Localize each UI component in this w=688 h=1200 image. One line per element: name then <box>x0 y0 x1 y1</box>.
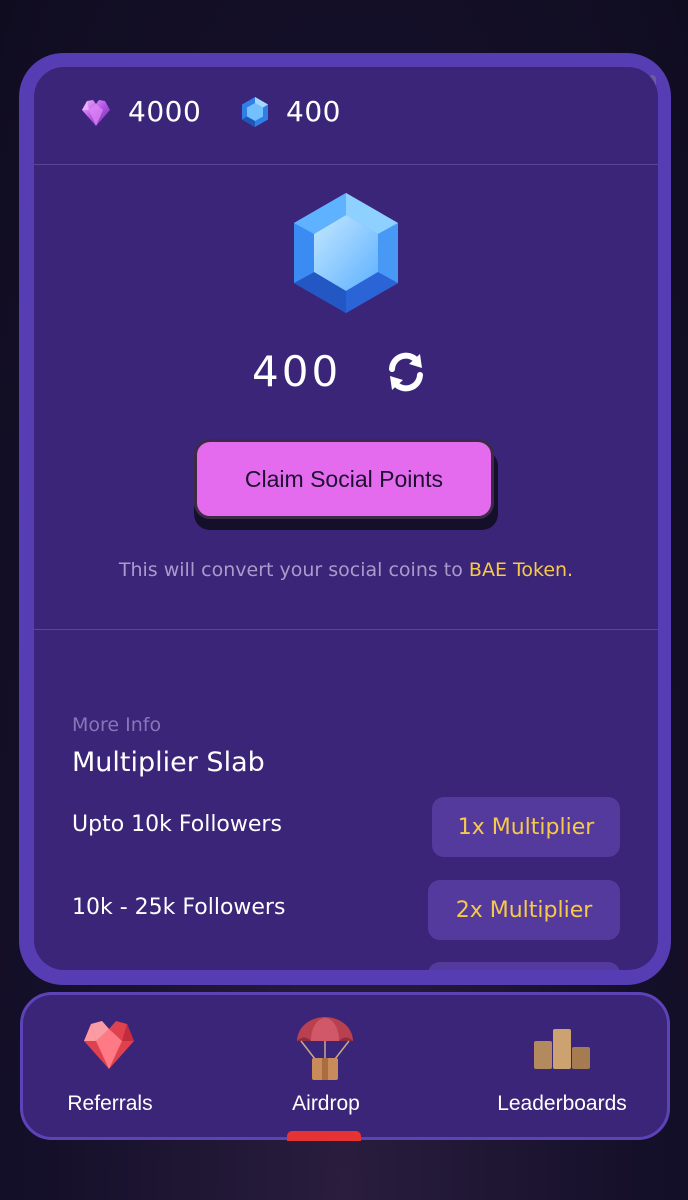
bae-token-link: BAE Token. <box>468 559 574 581</box>
heart-balance-value: 4000 <box>128 95 202 128</box>
claim-social-points-button[interactable]: Claim Social Points <box>194 439 494 519</box>
section-divider <box>34 629 658 630</box>
nav-item-leaderboards[interactable]: Leaderboards <box>481 995 643 1137</box>
claim-card: 4000 400 400 Claim Social Points This wi… <box>34 67 658 970</box>
nav-item-airdrop[interactable]: Airdrop <box>271 995 381 1137</box>
heart-gem-icon <box>84 1021 134 1069</box>
multiplier-badge: 2x Multiplier <box>428 880 620 940</box>
slab-row: 10k - 25k Followers 2x Multiplier <box>72 880 620 940</box>
bottom-nav: Referrals Airdrop Leaderboards <box>20 992 670 1141</box>
heart-gem-icon <box>82 99 110 126</box>
nav-label-referrals: Referrals <box>67 1092 153 1115</box>
points-value: 400 <box>252 347 342 396</box>
parachute-icon <box>297 1017 353 1080</box>
more-info-label: More Info <box>72 714 162 736</box>
balance-row: 4000 400 <box>34 67 658 165</box>
convert-note: This will convert your social coins to B… <box>34 559 658 581</box>
slab-label: 10k - 25k Followers <box>72 895 286 920</box>
active-tab-indicator <box>287 1131 361 1141</box>
slab-label: Upto 10k Followers <box>72 812 282 837</box>
gem-balance-value: 400 <box>286 95 341 128</box>
nav-label-airdrop: Airdrop <box>292 1092 360 1115</box>
large-gem-icon <box>294 193 398 313</box>
multiplier-badge <box>428 962 620 970</box>
multiplier-badge: 1x Multiplier <box>432 797 620 857</box>
multiplier-slab-title: Multiplier Slab <box>72 747 265 778</box>
podium-icon <box>534 1029 590 1069</box>
nav-label-leaderboards: Leaderboards <box>497 1092 627 1115</box>
convert-note-text: This will convert your social coins to <box>118 559 469 581</box>
slab-row: Upto 10k Followers 1x Multiplier <box>72 797 620 857</box>
points-row: 400 <box>34 347 658 399</box>
slab-row <box>72 962 620 970</box>
airdrop-screen: 4000 400 400 Claim Social Points This wi… <box>0 0 688 1200</box>
refresh-icon[interactable] <box>384 350 428 394</box>
nav-item-referrals[interactable]: Referrals <box>43 995 177 1137</box>
heart-balance: 4000 <box>80 95 201 128</box>
gem-balance: 400 <box>240 95 341 128</box>
blue-gem-icon <box>242 96 268 127</box>
